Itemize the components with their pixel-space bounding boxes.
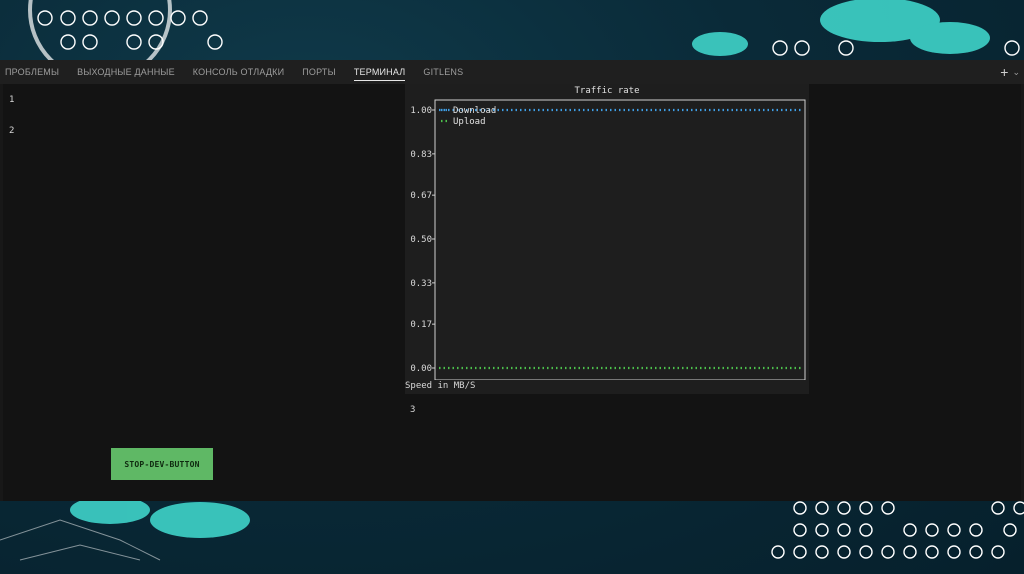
tab-gitlens[interactable]: GITLENS: [423, 60, 463, 84]
terminal-area[interactable]: 1 2 3 Traffic rate 0.00 0.17 0.33 0.50 0.67 0…: [3, 84, 1021, 501]
y-tick-label: 0.83: [410, 150, 432, 160]
panel-tab-bar: ПРОБЛЕМЫ ВЫХОДНЫЕ ДАННЫЕ КОНСОЛЬ ОТЛАДКИ…: [0, 60, 1024, 84]
chart-plot: 0.00 0.17 0.33 0.50 0.67 0.83 1.00 DownloadUplo…: [410, 99, 806, 380]
chevron-down-icon[interactable]: ⌄: [1012, 60, 1020, 84]
y-tick-label: 0.33: [410, 279, 432, 289]
vscode-panel: ПРОБЛЕМЫ ВЫХОДНЫЕ ДАННЫЕ КОНСОЛЬ ОТЛАДКИ…: [0, 60, 1024, 501]
legend-label: Upload: [453, 117, 486, 127]
speed-label: Speed in MB/S: [405, 381, 476, 391]
terminal-line-1: 1: [9, 95, 15, 105]
stop-dev-button[interactable]: STOP-DEV-BUTTON: [111, 448, 213, 480]
y-tick-label: 0.00: [410, 364, 432, 374]
add-terminal-icon[interactable]: +: [1000, 60, 1008, 84]
y-tick-label: 0.67: [410, 191, 432, 201]
legend-label: Download: [453, 106, 496, 116]
terminal-line-2: 2: [9, 126, 15, 136]
y-tick-label: 1.00: [410, 106, 432, 116]
traffic-chart: Traffic rate 0.00 0.17 0.33 0.50 0.67 0.83 1.0…: [405, 84, 809, 394]
y-tick-label: 0.50: [410, 235, 432, 245]
terminal-line-3: 3: [410, 405, 416, 415]
tab-output[interactable]: ВЫХОДНЫЕ ДАННЫЕ: [77, 60, 175, 84]
panel-actions: + ⌄: [1000, 60, 1020, 84]
tab-ports[interactable]: ПОРТЫ: [302, 60, 336, 84]
y-tick-label: 0.17: [410, 320, 432, 330]
tab-problems[interactable]: ПРОБЛЕМЫ: [5, 60, 59, 84]
chart-frame: [434, 99, 806, 380]
tab-debug-console[interactable]: КОНСОЛЬ ОТЛАДКИ: [193, 60, 284, 84]
tab-terminal[interactable]: ТЕРМИНАЛ: [353, 60, 406, 84]
